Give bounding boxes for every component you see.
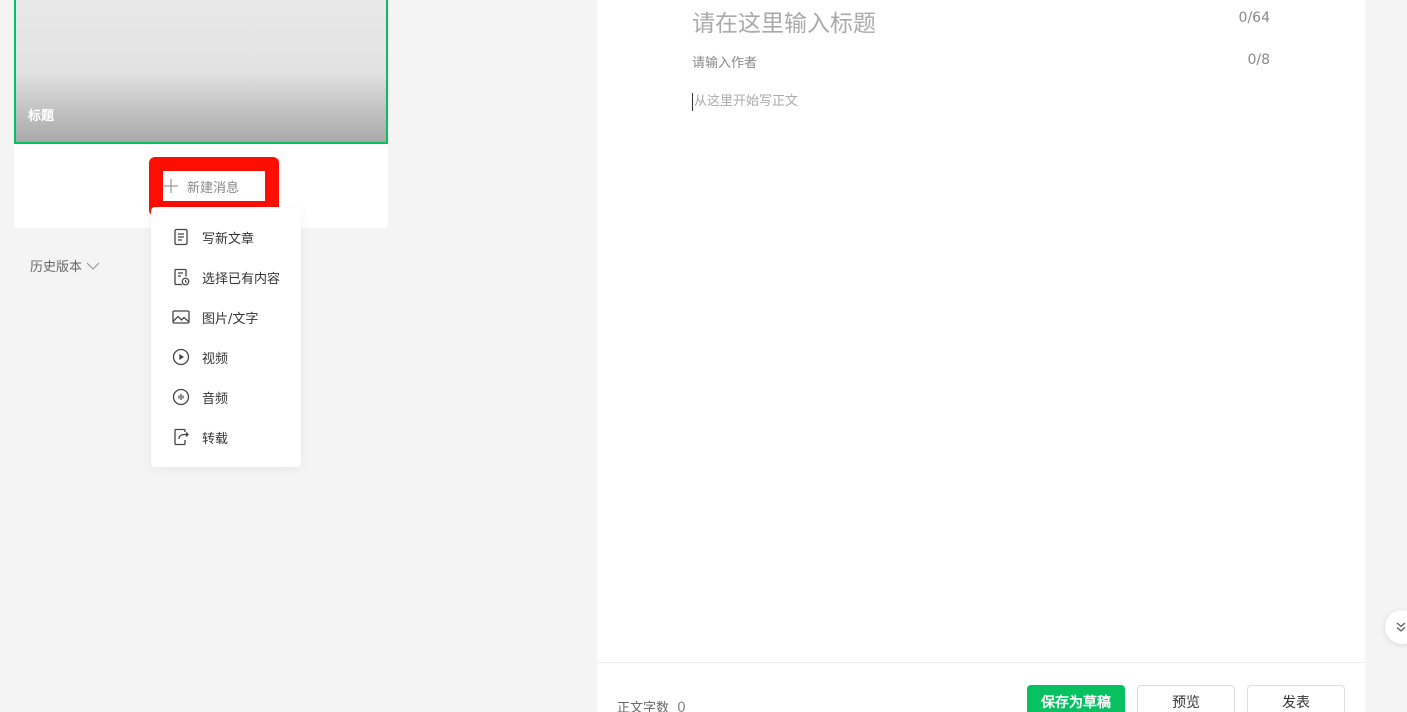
menu-item-select-existing[interactable]: 选择已有内容: [151, 257, 301, 297]
chevron-down-icon: [86, 262, 100, 270]
menu-item-image-text[interactable]: 图片/文字: [151, 297, 301, 337]
double-chevron-down-icon: [1396, 622, 1406, 632]
menu-item-label: 转载: [202, 431, 229, 447]
menu-item-video[interactable]: 视频: [151, 337, 301, 377]
new-message-button[interactable]: 新建消息: [163, 171, 265, 201]
author-input[interactable]: 请输入作者: [692, 52, 757, 71]
menu-item-audio[interactable]: 音频: [151, 377, 301, 417]
cover-title: 标题: [28, 109, 55, 124]
new-message-dropdown: 写新文章 选择已有内容 图片/文字 视频 音频 转载: [151, 207, 301, 467]
author-char-count: 0/8: [1247, 52, 1270, 68]
image-icon: [172, 310, 190, 324]
menu-item-label: 选择已有内容: [202, 271, 281, 287]
menu-item-repost[interactable]: 转载: [151, 417, 301, 457]
preview-button[interactable]: 预览: [1137, 685, 1235, 712]
article-cover-card[interactable]: 标题: [14, 0, 388, 144]
menu-item-label: 图片/文字: [202, 311, 259, 327]
editor-footer: 正文字数 0 保存为草稿 预览 发表: [597, 662, 1365, 712]
play-icon: [172, 348, 190, 366]
history-label: 历史版本: [30, 260, 83, 275]
audio-icon: [172, 388, 190, 406]
menu-item-label: 写新文章: [202, 231, 255, 247]
title-char-count: 0/64: [1238, 10, 1270, 26]
publish-button[interactable]: 发表: [1247, 685, 1345, 712]
body-input[interactable]: 从这里开始写正文: [692, 93, 798, 111]
new-message-label: 新建消息: [187, 180, 240, 196]
menu-item-label: 视频: [202, 351, 229, 367]
title-input[interactable]: 请在这里输入标题: [692, 4, 876, 38]
menu-item-write-article[interactable]: 写新文章: [151, 217, 301, 257]
document-clock-icon: [174, 268, 190, 286]
menu-item-label: 音频: [202, 391, 229, 407]
word-count: 正文字数 0: [617, 697, 686, 712]
share-icon: [174, 428, 189, 446]
article-editor: 请在这里输入标题 0/64 请输入作者 0/8 从这里开始写正文 正文字数 0 保…: [597, 0, 1365, 712]
history-version-toggle[interactable]: 历史版本: [30, 256, 100, 275]
plus-icon: [164, 179, 178, 193]
document-icon: [174, 228, 188, 246]
word-count-value: 0: [677, 700, 686, 712]
save-draft-button[interactable]: 保存为草稿: [1027, 685, 1125, 712]
word-count-label: 正文字数: [617, 701, 670, 712]
scroll-down-button[interactable]: [1385, 610, 1407, 644]
